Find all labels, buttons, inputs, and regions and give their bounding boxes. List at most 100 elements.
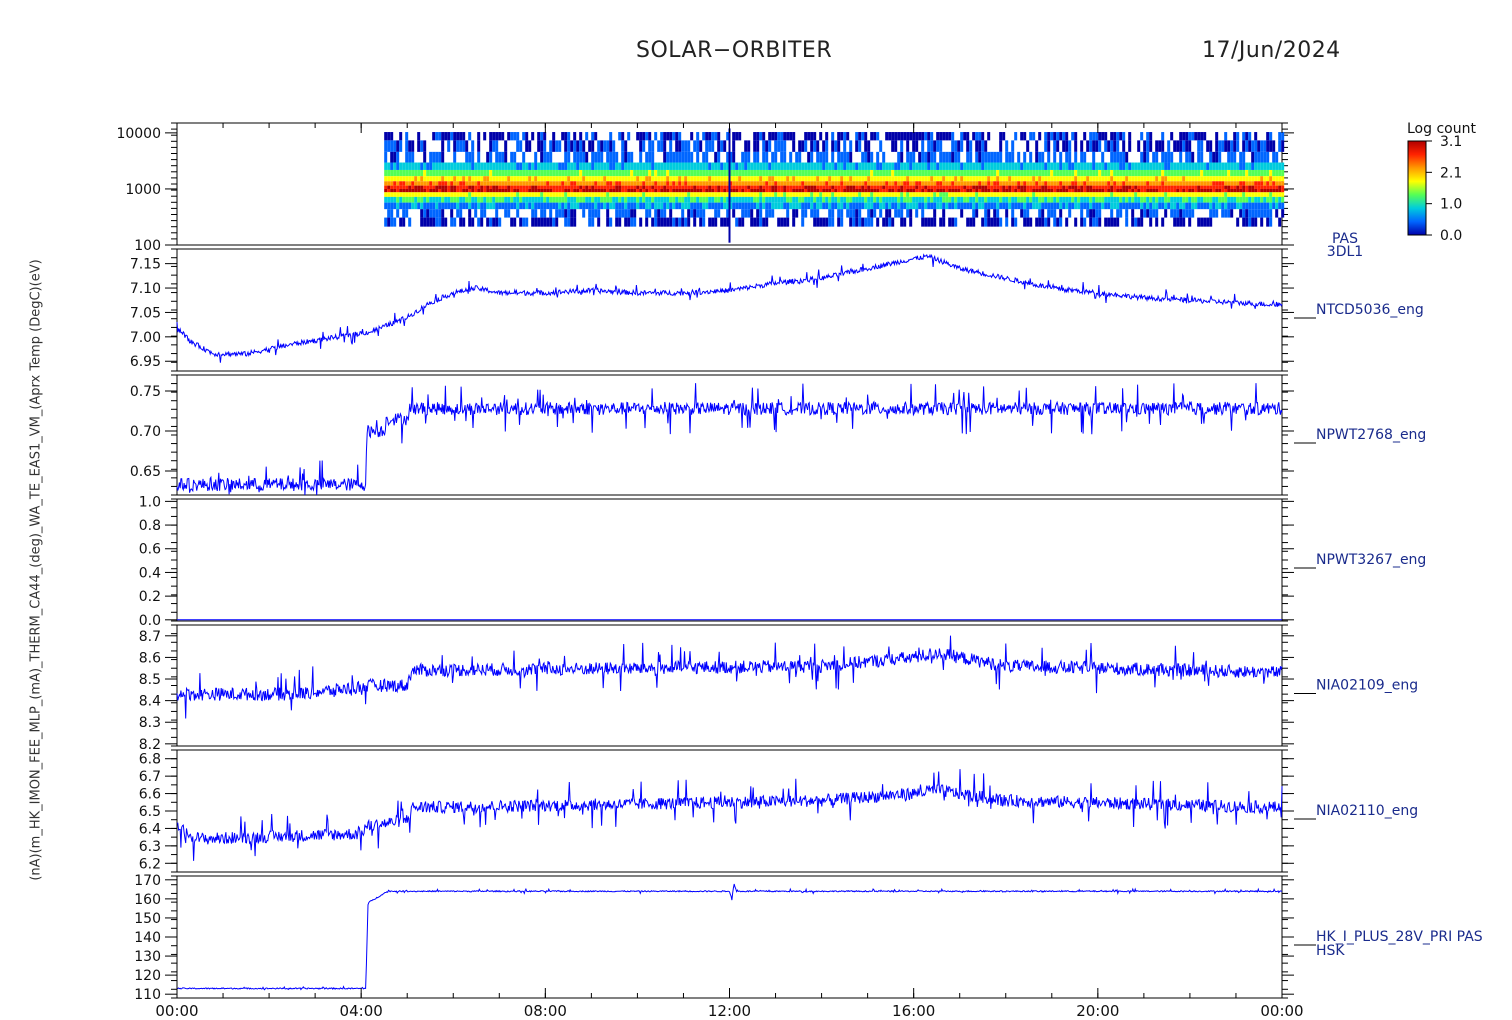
spectrogram-cell [759,209,763,218]
spectrogram-cell [606,151,610,163]
spectrogram-cell [612,176,616,182]
spectrogram-cell [762,181,766,186]
spectrogram-cell [492,196,496,203]
spectrogram-cell [936,192,940,197]
spectrogram-cell [1107,181,1111,186]
spectrogram-cell [615,196,619,203]
spectrogram-cell [828,217,832,227]
spectrogram-cell [1059,209,1063,218]
spectrogram-cell [711,169,715,177]
spectrogram-cell [471,196,475,203]
spectrogram-cell [672,181,676,186]
spectrogram-cell [741,192,745,197]
spectrogram-cell [1086,176,1090,182]
spectrogram-cell [945,192,949,197]
spectrogram-cell [474,196,478,203]
spectrogram-cell [837,162,841,170]
spectrogram-cell [1236,185,1240,189]
spectrogram-cell [528,162,532,170]
spectrogram-cell [804,176,808,182]
spectrogram-cell [636,185,640,189]
spectrogram-cell [408,192,412,197]
spectrogram-cell [405,209,409,218]
spectrogram-cell [1098,217,1102,227]
spectrogram-cell [963,192,967,197]
spectrogram-cell [897,209,901,218]
spectrogram-cell [789,192,793,197]
spectrogram-cell [642,140,646,152]
spectrogram-cell [540,192,544,197]
spectrogram-cell [1212,202,1216,210]
spectrogram-cell [690,132,694,141]
spectrogram-cell [780,132,784,141]
spectrogram-cell [945,185,949,189]
spectrogram-cell [708,202,712,210]
spectrogram-cell [1032,188,1036,193]
spectrogram-cell [591,202,595,210]
spectrogram-cell [390,202,394,210]
spectrogram-cell [723,169,727,177]
spectrogram-cell [459,181,463,186]
spectrogram-cell [510,202,514,210]
spectrogram-cell [921,209,925,218]
spectrogram-cell [426,181,430,186]
spectrogram-cell [627,202,631,210]
spectrogram-cell [438,151,442,163]
spectrogram-cell [423,151,427,163]
spectrogram-cell [1035,185,1039,189]
spectrogram-cell [780,140,784,152]
spectrogram-cell [930,192,934,197]
spectrogram-cell [1188,192,1192,197]
spectrogram-cell [1209,162,1213,170]
spectrogram-cell [639,140,643,152]
spectrogram-cell [960,196,964,203]
spectrogram-cell [825,169,829,177]
spectrogram-cell [822,181,826,186]
spectrogram-cell [978,151,982,163]
spectrogram-cell [870,192,874,197]
spectrogram-cell [555,188,559,193]
spectrogram-cell [1215,196,1219,203]
spectrogram-cell [1236,169,1240,177]
spectrogram-cell [1080,217,1084,227]
spectrogram-cell [1233,176,1237,182]
spectrogram-cell [732,169,736,177]
spectrogram-cell [672,176,676,182]
spectrogram-cell [1068,176,1072,182]
spectrogram-cell [1011,202,1015,210]
spectrogram-cell [849,151,853,163]
spectrogram-cell [660,169,664,177]
spectrogram-cell [456,185,460,189]
spectrogram-cell [849,140,853,152]
spectrogram-cell [534,176,538,182]
spectrogram-cell [1188,181,1192,186]
spectrogram-cell [1203,192,1207,197]
spectrogram-cell [1185,196,1189,203]
spectrogram-cell [786,188,790,193]
spectrogram-cell [555,162,559,170]
spectrogram-cell [894,209,898,218]
spectrogram-cell [1155,162,1159,170]
spectrogram-cell [1263,140,1267,152]
spectrogram-cell [582,176,586,182]
spectrogram-cell [1083,202,1087,210]
spectrogram-cell [711,162,715,170]
spectrogram-cell [1104,217,1108,227]
spectrogram-cell [867,217,871,227]
spectrogram-cell [453,140,457,152]
spectrogram-cell [816,209,820,218]
spectrogram-cell [621,209,625,218]
spectrogram-cell [1023,202,1027,210]
spectrogram-cell [885,169,889,177]
spectrogram-cell [819,202,823,210]
spectrogram-cell [933,196,937,203]
spectrogram-cell [1191,181,1195,186]
spectrogram-cell [627,209,631,218]
spectrogram-cell [906,162,910,170]
spectrogram-cell [714,162,718,170]
spectrogram-cell [654,209,658,218]
spectrogram-cell [471,151,475,163]
spectrogram-cell [744,140,748,152]
spectrogram-cell [909,151,913,163]
spectrogram-cell [1080,192,1084,197]
